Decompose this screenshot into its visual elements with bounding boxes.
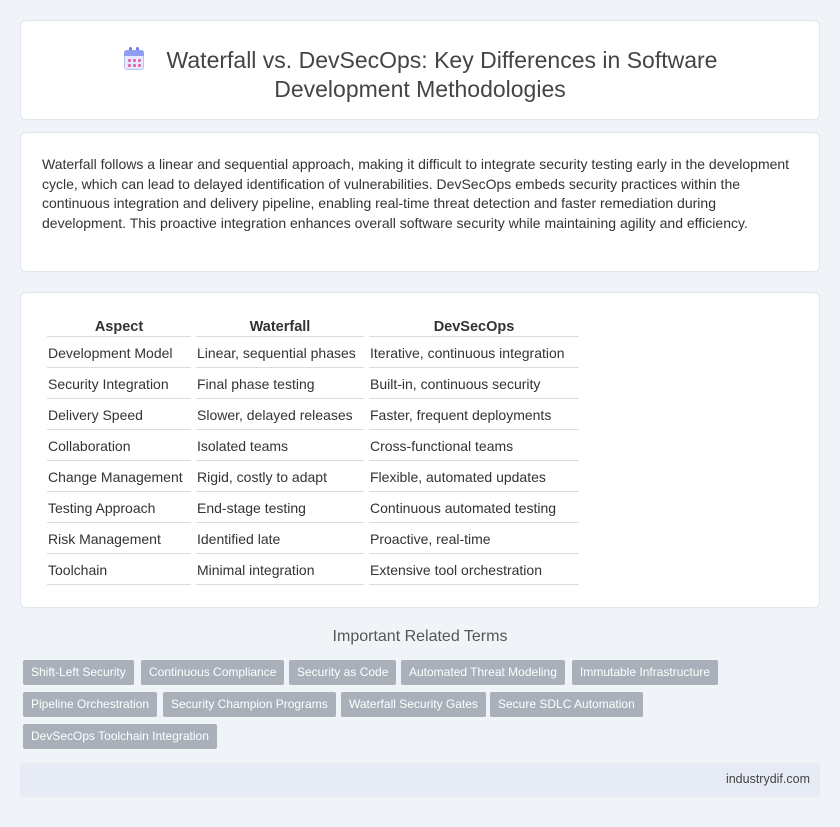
page-title: Waterfall vs. DevSecOps: Key Differences… <box>21 46 819 104</box>
cell-waterfall: Isolated teams <box>196 432 364 461</box>
footer: industrydif.com <box>20 763 820 797</box>
cell-waterfall: Identified late <box>196 525 364 554</box>
table-row: Testing Approach End-stage testing Continu… <box>47 494 579 523</box>
comparison-card: Aspect Waterfall DevSecOps Development M… <box>20 292 820 608</box>
cell-waterfall: End-stage testing <box>196 494 364 523</box>
header-waterfall: Waterfall <box>196 317 364 337</box>
intro-card: Waterfall follows a linear and sequentia… <box>20 132 820 272</box>
title-line-1: Waterfall vs. DevSecOps: Key Differences… <box>166 47 718 73</box>
cell-aspect: Toolchain <box>47 556 191 585</box>
calendar-icon <box>123 47 145 71</box>
cell-devsecops: Iterative, continuous integration <box>369 339 579 368</box>
cell-aspect: Collaboration <box>47 432 191 461</box>
title-card: Waterfall vs. DevSecOps: Key Differences… <box>20 20 820 120</box>
cell-devsecops: Continuous automated testing <box>369 494 579 523</box>
cell-aspect: Risk Management <box>47 525 191 554</box>
related-term-tag[interactable]: Security as Code <box>289 660 397 685</box>
header-devsecops: DevSecOps <box>369 317 579 337</box>
cell-waterfall: Linear, sequential phases <box>196 339 364 368</box>
cell-devsecops: Cross-functional teams <box>369 432 579 461</box>
table-row: Development Model Linear, sequential phas… <box>47 339 579 368</box>
cell-devsecops: Extensive tool orchestration <box>369 556 579 585</box>
table-row: Risk Management Identified late Proactive,… <box>47 525 579 554</box>
related-term-tag[interactable]: Shift-Left Security <box>23 660 134 685</box>
cell-aspect: Security Integration <box>47 370 191 399</box>
related-term-tag[interactable]: DevSecOps Toolchain Integration <box>23 724 217 749</box>
cell-aspect: Delivery Speed <box>47 401 191 430</box>
header-aspect: Aspect <box>47 317 191 337</box>
comparison-table: Aspect Waterfall DevSecOps Development M… <box>42 315 584 587</box>
related-term-tag[interactable]: Automated Threat Modeling <box>401 660 565 685</box>
table-row: Toolchain Minimal integration Extensive to… <box>47 556 579 585</box>
table-row: Delivery Speed Slower, delayed releases Fa… <box>47 401 579 430</box>
title-line-2: Development Methodologies <box>274 76 566 102</box>
cell-waterfall: Rigid, costly to adapt <box>196 463 364 492</box>
cell-aspect: Testing Approach <box>47 494 191 523</box>
cell-devsecops: Proactive, real-time <box>369 525 579 554</box>
related-terms-title: Important Related Terms <box>332 628 508 645</box>
related-term-tag[interactable]: Continuous Compliance <box>141 660 285 685</box>
intro-paragraph: Waterfall follows a linear and sequentia… <box>42 156 790 231</box>
table-header-row: Aspect Waterfall DevSecOps <box>47 317 579 337</box>
cell-devsecops: Built-in, continuous security <box>369 370 579 399</box>
table-row: Change Management Rigid, costly to adapt F… <box>47 463 579 492</box>
cell-waterfall: Final phase testing <box>196 370 364 399</box>
cell-devsecops: Flexible, automated updates <box>369 463 579 492</box>
cell-devsecops: Faster, frequent deployments <box>369 401 579 430</box>
related-term-tag[interactable]: Secure SDLC Automation <box>490 692 643 717</box>
related-term-tag[interactable]: Security Champion Programs <box>163 692 336 717</box>
table-row: Collaboration Isolated teams Cross-functio… <box>47 432 579 461</box>
cell-waterfall: Slower, delayed releases <box>196 401 364 430</box>
related-term-tag[interactable]: Immutable Infrastructure <box>572 660 719 685</box>
footer-site: industrydif.com <box>725 772 810 786</box>
table-row: Security Integration Final phase testing B… <box>47 370 579 399</box>
related-term-tag[interactable]: Waterfall Security Gates <box>341 692 486 717</box>
cell-waterfall: Minimal integration <box>196 556 364 585</box>
cell-aspect: Change Management <box>47 463 191 492</box>
related-term-tag[interactable]: Pipeline Orchestration <box>23 692 158 717</box>
cell-aspect: Development Model <box>47 339 191 368</box>
